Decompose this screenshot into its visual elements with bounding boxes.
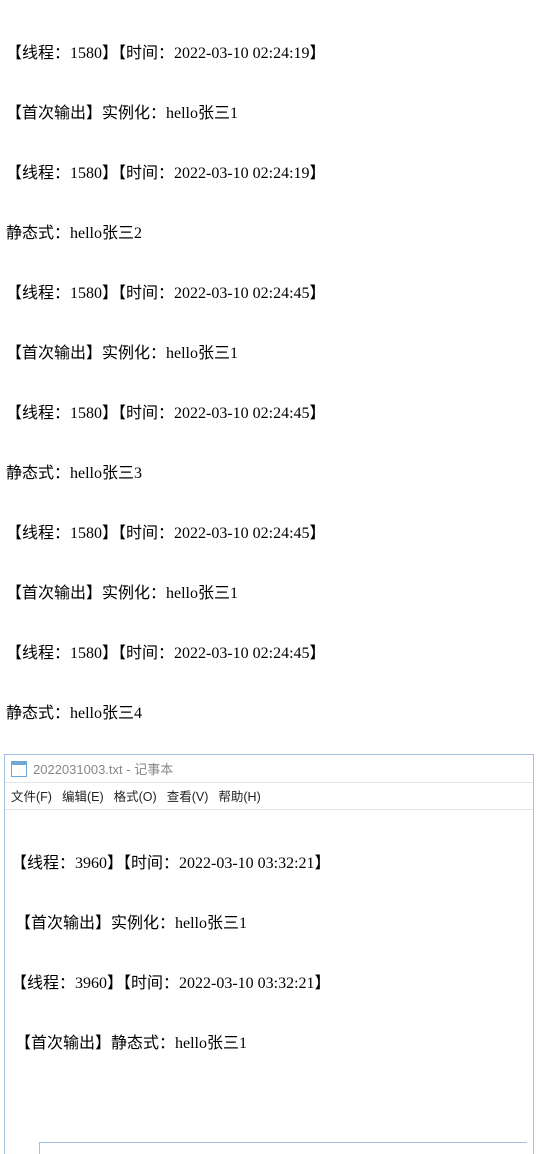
window-title: 2022031003.txt - 记事本	[33, 759, 173, 778]
log-line: 【线程：3960】【时间：2022-03-10 03:32:21】	[11, 974, 527, 994]
log-line: 【线程：1580】【时间：2022-03-10 02:24:45】	[6, 644, 532, 664]
log-line: 【线程：1580】【时间：2022-03-10 02:24:19】	[6, 164, 532, 184]
log-line: 静态式：hello张三2	[6, 224, 532, 244]
notepad-window-1: 2022031003.txt - 记事本 文件(F) 编辑(E) 格式(O) 查…	[4, 754, 534, 1154]
log-line: 【首次输出】实例化：hello张三1	[6, 584, 532, 604]
log-line: 静态式：hello张三3	[6, 464, 532, 484]
log-line: 【首次输出】实例化：hello张三1	[11, 914, 527, 934]
log-line: 【线程：3960】【时间：2022-03-10 03:32:21】	[11, 854, 527, 874]
log-line: 【线程：1580】【时间：2022-03-10 02:24:19】	[6, 44, 532, 64]
menu-file[interactable]: 文件(F)	[11, 786, 52, 805]
log-line: 【首次输出】实例化：hello张三1	[6, 344, 532, 364]
menubar: 文件(F) 编辑(E) 格式(O) 查看(V) 帮助(H)	[5, 783, 533, 810]
menu-format[interactable]: 格式(O)	[114, 786, 157, 805]
menu-view[interactable]: 查看(V)	[167, 786, 209, 805]
console-output-top: 【线程：1580】【时间：2022-03-10 02:24:19】 【首次输出】…	[0, 0, 538, 748]
menu-help[interactable]: 帮助(H)	[218, 786, 260, 805]
notepad-window-2: 2022031008.txt - 记事本 文件(F) 编辑(E) 格式(O) 查…	[39, 1142, 527, 1154]
notepad-icon	[11, 761, 27, 777]
menu-edit[interactable]: 编辑(E)	[62, 786, 104, 805]
text-area[interactable]: 【线程：3960】【时间：2022-03-10 03:32:21】 【首次输出】…	[5, 810, 533, 1154]
log-line: 【首次输出】静态式：hello张三1	[11, 1034, 527, 1054]
log-line: 【线程：1580】【时间：2022-03-10 02:24:45】	[6, 404, 532, 424]
log-line: 【首次输出】实例化：hello张三1	[6, 104, 532, 124]
log-line: 【线程：1580】【时间：2022-03-10 02:24:45】	[6, 284, 532, 304]
log-line: 静态式：hello张三4	[6, 704, 532, 724]
titlebar[interactable]: 2022031003.txt - 记事本	[5, 755, 533, 783]
log-line: 【线程：1580】【时间：2022-03-10 02:24:45】	[6, 524, 532, 544]
